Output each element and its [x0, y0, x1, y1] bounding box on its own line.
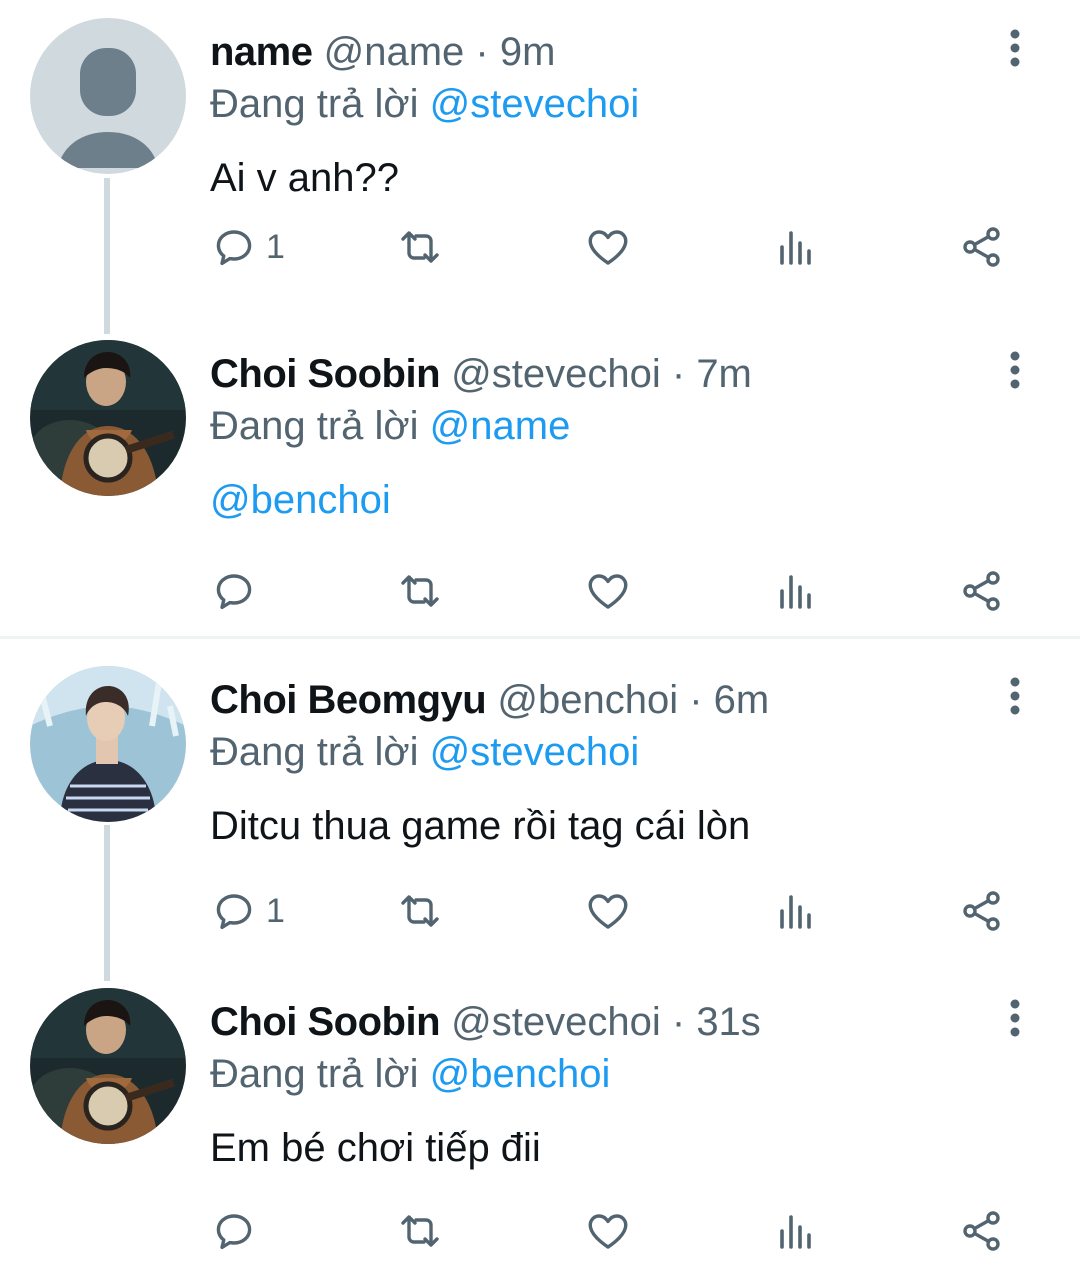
avatar[interactable]: [30, 988, 186, 1144]
more-icon[interactable]: [1000, 28, 1030, 68]
analytics-icon: [772, 1207, 820, 1255]
more-icon[interactable]: [1000, 676, 1030, 716]
share-icon: [958, 223, 1006, 271]
thread-divider: [0, 636, 1080, 639]
views-button[interactable]: [772, 222, 820, 272]
timestamp[interactable]: 6m: [714, 678, 770, 722]
heart-icon: [584, 887, 632, 935]
tweet[interactable]: Choi Soobin @stevechoi · 7m Đang trả lời…: [0, 322, 1080, 634]
heart-icon: [584, 223, 632, 271]
action-bar: 1: [210, 222, 1010, 272]
reply-mention[interactable]: @name: [430, 404, 571, 448]
reply-icon: [210, 567, 258, 615]
reply-icon: [210, 1207, 258, 1255]
views-button[interactable]: [772, 886, 820, 936]
avatar[interactable]: [30, 18, 186, 174]
views-button[interactable]: [772, 566, 820, 616]
analytics-icon: [772, 567, 820, 615]
reply-button[interactable]: 1: [210, 886, 285, 936]
reply-prefix: Đang trả lời: [210, 1052, 419, 1096]
beomgyu-photo-icon: [30, 666, 186, 822]
like-button[interactable]: [584, 886, 632, 936]
action-bar: 1: [210, 886, 1010, 936]
reply-count: 1: [266, 227, 285, 266]
tweet-text: Ai v anh??: [210, 156, 400, 200]
retweet-icon: [396, 567, 444, 615]
analytics-icon: [772, 223, 820, 271]
reply-button[interactable]: [210, 1206, 266, 1256]
reply-mention[interactable]: @benchoi: [430, 1052, 611, 1096]
display-name[interactable]: Choi Soobin: [210, 352, 441, 396]
heart-icon: [584, 1207, 632, 1255]
reply-button[interactable]: [210, 566, 266, 616]
action-bar: [210, 1206, 1010, 1256]
tweet[interactable]: Choi Beomgyu @benchoi · 6m Đang trả lời …: [0, 648, 1080, 968]
reply-prefix: Đang trả lời: [210, 730, 419, 774]
like-button[interactable]: [584, 222, 632, 272]
reply-mention[interactable]: @stevechoi: [430, 730, 640, 774]
share-icon: [958, 567, 1006, 615]
soobin-photo-icon: [30, 340, 186, 496]
tweet-text: Em bé chơi tiếp đii: [210, 1126, 541, 1170]
user-handle: @name: [323, 30, 465, 74]
reply-prefix: Đang trả lời: [210, 404, 419, 448]
retweet-icon: [396, 887, 444, 935]
separator: ·: [475, 30, 489, 74]
separator: ·: [671, 1000, 686, 1044]
retweet-icon: [396, 1207, 444, 1255]
like-button[interactable]: [584, 566, 632, 616]
user-handle: @benchoi: [497, 678, 679, 722]
heart-icon: [584, 567, 632, 615]
more-icon[interactable]: [1000, 350, 1030, 390]
reply-icon: [210, 223, 258, 271]
reply-prefix: Đang trả lời: [210, 82, 419, 126]
like-button[interactable]: [584, 1206, 632, 1256]
retweet-button[interactable]: [396, 1206, 444, 1256]
timestamp[interactable]: 9m: [500, 30, 556, 74]
reply-icon: [210, 887, 258, 935]
timestamp[interactable]: 7m: [696, 352, 752, 396]
share-icon: [958, 1207, 1006, 1255]
retweet-button[interactable]: [396, 886, 444, 936]
share-button[interactable]: [958, 222, 1006, 272]
display-name[interactable]: Choi Soobin: [210, 1000, 441, 1044]
reply-count: 1: [266, 891, 285, 930]
reply-button[interactable]: 1: [210, 222, 285, 272]
timestamp[interactable]: 31s: [696, 1000, 761, 1044]
tweet[interactable]: name @name · 9m Đang trả lời @stevechoi …: [0, 0, 1080, 320]
separator: ·: [689, 678, 703, 722]
share-button[interactable]: [958, 886, 1006, 936]
avatar[interactable]: [30, 666, 186, 822]
share-button[interactable]: [958, 1206, 1006, 1256]
reply-mention[interactable]: @stevechoi: [430, 82, 640, 126]
retweet-icon: [396, 223, 444, 271]
user-handle: @stevechoi: [451, 1000, 661, 1044]
views-button[interactable]: [772, 1206, 820, 1256]
avatar[interactable]: [30, 340, 186, 496]
separator: ·: [671, 352, 686, 396]
share-icon: [958, 887, 1006, 935]
display-name[interactable]: Choi Beomgyu: [210, 678, 487, 722]
retweet-button[interactable]: [396, 222, 444, 272]
display-name[interactable]: name: [210, 30, 313, 74]
more-icon[interactable]: [1000, 998, 1030, 1038]
user-handle: @stevechoi: [451, 352, 661, 396]
tweet-text[interactable]: @benchoi: [210, 476, 391, 524]
action-bar: [210, 566, 1010, 616]
share-button[interactable]: [958, 566, 1006, 616]
analytics-icon: [772, 887, 820, 935]
soobin-photo-icon: [30, 988, 186, 1144]
default-avatar-icon: [30, 18, 186, 174]
tweet[interactable]: Choi Soobin @stevechoi · 31s Đang trả lờ…: [0, 970, 1080, 1275]
retweet-button[interactable]: [396, 566, 444, 616]
tweet-text: Ditcu thua game rồi tag cái lòn: [210, 804, 751, 848]
